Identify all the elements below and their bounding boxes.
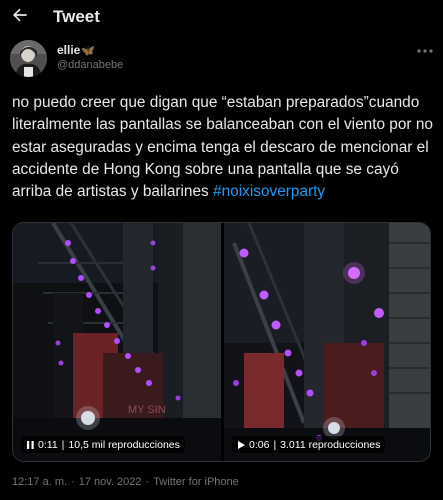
arrow-left-icon	[13, 8, 27, 22]
video-2-info: 0:06 | 3.011 reproducciones	[232, 436, 386, 453]
video-2-separator: |	[273, 438, 277, 451]
tweet-time[interactable]: 12:17 a. m.	[12, 476, 67, 488]
video-1-separator: |	[61, 438, 65, 451]
meta-separator: ·	[71, 476, 75, 488]
video-2-views: 3.011 reproducciones	[280, 438, 381, 451]
butterfly-icon: 🦋	[81, 44, 96, 57]
tweet-metadata: 12:17 a. m. · 17 nov. 2022 · Twitter for…	[12, 476, 239, 488]
svg-text:MY SIN: MY SIN	[128, 404, 166, 416]
video-1-frame: MY SIN	[13, 223, 221, 461]
media-grid: MY SIN 0:11 | 10,5 mil reproducciones 0:…	[12, 222, 431, 462]
avatar[interactable]	[10, 40, 47, 77]
author-name[interactable]: ellie 🦋	[57, 43, 95, 57]
pause-icon[interactable]	[26, 440, 35, 450]
hashtag-link[interactable]: #noixisoverparty	[213, 183, 325, 200]
video-1-views: 10,5 mil reproducciones	[68, 438, 180, 451]
video-2[interactable]: 0:06 | 3.011 reproducciones	[224, 223, 430, 461]
top-bar: Tweet	[0, 0, 443, 34]
tweet-text: no puedo creer que digan que “estaban pr…	[12, 92, 437, 203]
more-horizontal-icon	[417, 49, 433, 53]
author-name-text: ellie	[57, 43, 81, 57]
video-2-frame	[224, 223, 430, 461]
page-title: Tweet	[53, 7, 100, 26]
tweet-date[interactable]: 17 nov. 2022	[79, 476, 142, 488]
back-button[interactable]	[10, 5, 34, 29]
author-handle[interactable]: @ddanabebe	[57, 59, 123, 71]
more-options-button[interactable]	[414, 44, 436, 58]
video-1-time: 0:11	[38, 438, 58, 451]
meta-separator: ·	[145, 476, 150, 488]
tweet-source[interactable]: Twitter for iPhone	[153, 476, 239, 488]
play-icon[interactable]	[237, 440, 246, 450]
video-1[interactable]: MY SIN 0:11 | 10,5 mil reproducciones	[13, 223, 221, 461]
video-2-time: 0:06	[249, 438, 270, 451]
video-1-info: 0:11 | 10,5 mil reproducciones	[21, 436, 185, 453]
